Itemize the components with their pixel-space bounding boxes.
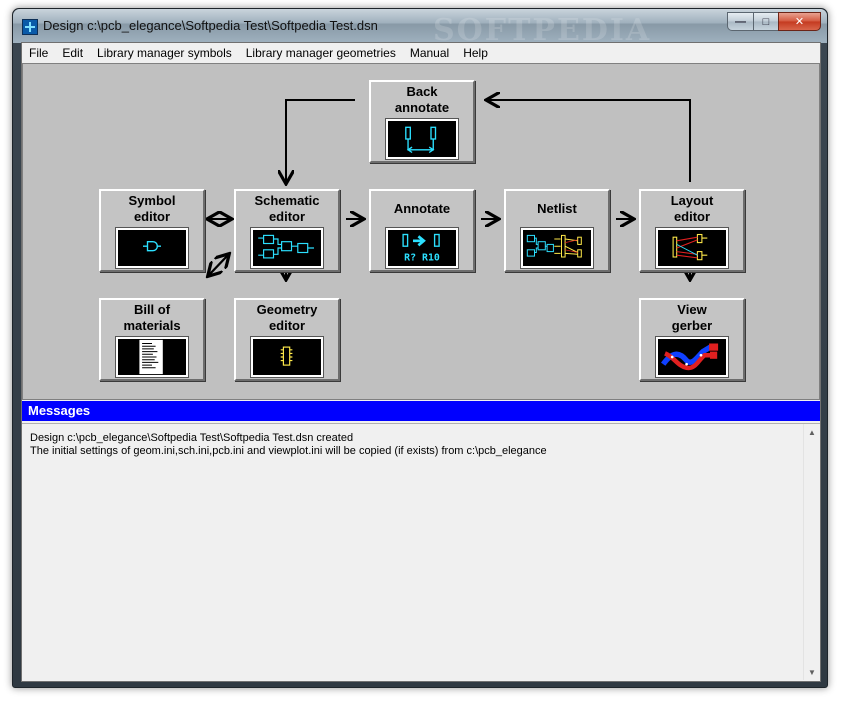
- symbol-editor-label-2: editor: [133, 209, 171, 224]
- geometry-editor-label-2: editor: [268, 318, 306, 333]
- messages-panel: Design c:\pcb_elegance\Softpedia Test\So…: [22, 423, 820, 681]
- geometry-editor-label-1: Geometry: [256, 302, 318, 317]
- messages-header: Messages: [22, 401, 820, 421]
- app-window: Design c:\pcb_elegance\Softpedia Test\So…: [12, 8, 828, 688]
- annotate-picture-icon: R? R10: [385, 227, 459, 269]
- bill-of-materials-label-2: materials: [123, 318, 181, 333]
- back-annotate-label-1: Back: [406, 84, 438, 99]
- minimize-button[interactable]: —: [727, 12, 753, 31]
- symbol-editor-button[interactable]: Symbol editor: [99, 189, 205, 272]
- bill-of-materials-button[interactable]: Bill of materials: [99, 298, 205, 381]
- netlist-label: Netlist: [537, 201, 577, 216]
- message-line: The initial settings of geom.ini,sch.ini…: [30, 445, 547, 457]
- message-line: Design c:\pcb_elegance\Softpedia Test\So…: [30, 432, 354, 444]
- view-gerber-label-2: gerber: [671, 318, 713, 333]
- netlist-button[interactable]: Netlist: [504, 189, 610, 272]
- close-icon: ✕: [794, 16, 805, 28]
- app-icon[interactable]: [22, 19, 38, 35]
- layout-editor-label-1: Layout: [670, 193, 714, 208]
- view-gerber-label-1: View: [677, 302, 707, 317]
- schematic-editor-label-2: editor: [268, 209, 306, 224]
- maximize-icon: □: [762, 15, 770, 28]
- menu-edit[interactable]: Edit: [55, 43, 90, 63]
- annotate-picture-text: R? R10: [404, 253, 440, 264]
- maximize-button[interactable]: □: [753, 12, 778, 31]
- message-list: Design c:\pcb_elegance\Softpedia Test\So…: [30, 432, 547, 458]
- annotate-button[interactable]: Annotate R? R10: [369, 189, 475, 272]
- schematic-picture-icon: [250, 227, 324, 269]
- symbol-editor-label-1: Symbol: [128, 193, 176, 208]
- arrow-layout-to-back-annotate: [488, 100, 691, 182]
- view-gerber-button[interactable]: View gerber: [639, 298, 745, 381]
- title-bar[interactable]: Design c:\pcb_elegance\Softpedia Test\So…: [13, 9, 827, 48]
- window-title: Design c:\pcb_elegance\Softpedia Test\So…: [43, 18, 378, 33]
- back-annotate-label-2: annotate: [394, 100, 450, 115]
- messages-scrollbar[interactable]: ▲ ▼: [803, 424, 820, 680]
- layout-picture-icon: [655, 227, 729, 269]
- design-flow-panel: Back annotate Symbol editor Schematic ed…: [22, 63, 820, 400]
- gate-symbol-picture-icon: [115, 227, 189, 269]
- annotate-label: Annotate: [393, 201, 451, 216]
- layout-editor-label-2: editor: [673, 209, 711, 224]
- bill-of-materials-label-1: Bill of: [133, 302, 171, 317]
- window-controls: — □ ✕: [727, 12, 821, 31]
- minimize-icon: —: [735, 15, 746, 28]
- schematic-editor-label-1: Schematic: [254, 193, 320, 208]
- client-area: File Edit Library manager symbols Librar…: [21, 42, 821, 682]
- menu-manual[interactable]: Manual: [403, 43, 456, 63]
- menu-file[interactable]: File: [22, 43, 55, 63]
- schematic-editor-button[interactable]: Schematic editor: [234, 189, 340, 272]
- gerber-picture-icon: [655, 336, 729, 378]
- menu-help[interactable]: Help: [456, 43, 495, 63]
- footprint-picture-icon: [250, 336, 324, 378]
- close-button[interactable]: ✕: [778, 12, 821, 31]
- back-annotate-button[interactable]: Back annotate: [369, 80, 475, 163]
- layout-editor-button[interactable]: Layout editor: [639, 189, 745, 272]
- menu-bar: File Edit Library manager symbols Librar…: [22, 43, 820, 63]
- menu-library-manager-geometries[interactable]: Library manager geometries: [239, 43, 403, 63]
- document-picture-icon: [115, 336, 189, 378]
- arrow-back-annotate-to-schematic: [286, 99, 355, 182]
- back-annotate-picture-icon: [385, 118, 459, 160]
- scroll-up-icon[interactable]: ▲: [804, 424, 820, 440]
- menu-library-manager-symbols[interactable]: Library manager symbols: [90, 43, 239, 63]
- geometry-editor-button[interactable]: Geometry editor: [234, 298, 340, 381]
- scroll-down-icon[interactable]: ▼: [804, 664, 820, 680]
- netlist-picture-icon: [520, 227, 594, 269]
